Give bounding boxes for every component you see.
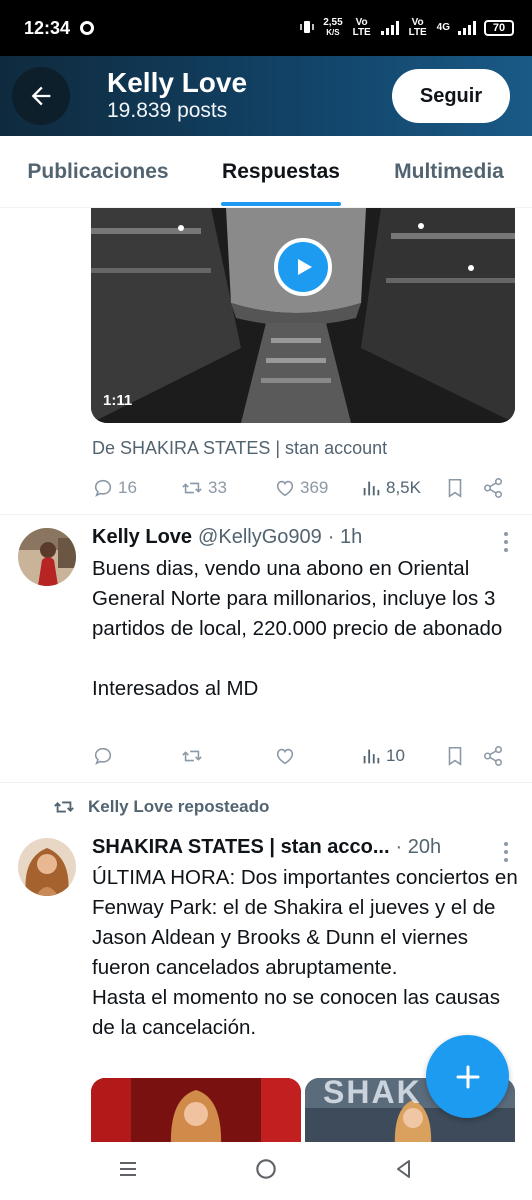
- bookmark-button[interactable]: [444, 477, 482, 499]
- recents-button[interactable]: [116, 1157, 140, 1186]
- menu-icon: [120, 1161, 137, 1176]
- video-player[interactable]: 1:11: [91, 208, 515, 423]
- net-type: 4G: [436, 22, 450, 33]
- status-bar: 12:34 2,55 K/S Vo LTE Vo LTE 4G 70: [0, 0, 532, 56]
- more-icon[interactable]: [504, 842, 510, 862]
- views-icon: [363, 481, 380, 496]
- repost-icon: [182, 482, 202, 494]
- repost-button[interactable]: 33: [180, 477, 274, 499]
- tweet-text: ÚLTIMA HORA: Dos importantes conciertos …: [92, 866, 518, 1039]
- page-title: Kelly Love: [107, 67, 248, 98]
- avatar-image: [18, 528, 76, 586]
- triangle-back-icon: [396, 1159, 410, 1178]
- system-nav-bar: [0, 1142, 532, 1200]
- reply-count: 16: [118, 478, 137, 497]
- profile-tabs: Publicaciones Respuestas Multimedia: [0, 136, 532, 208]
- reply-icon: [94, 747, 112, 765]
- plus-icon: [456, 1065, 479, 1088]
- tweet-header: SHAKIRA STATES | stan acco... · 20h: [92, 836, 502, 859]
- home-button[interactable]: [253, 1156, 279, 1187]
- like-button[interactable]: 369: [274, 477, 360, 499]
- video-source[interactable]: De SHAKIRA STATES | stan account: [92, 438, 387, 459]
- header-titles: Kelly Love 19.839 posts: [107, 68, 247, 124]
- views-icon: [363, 749, 380, 764]
- share-button[interactable]: [482, 745, 504, 767]
- share-button[interactable]: [482, 477, 504, 499]
- repost-icon: [182, 750, 202, 762]
- divider: [0, 782, 532, 783]
- media-overlay-text: SHAK: [323, 1078, 422, 1110]
- profile-header: Kelly Love 19.839 posts Seguir: [0, 56, 532, 136]
- heart-icon: [276, 480, 294, 497]
- avatar[interactable]: [18, 838, 76, 896]
- tab-multimedia[interactable]: Multimedia: [366, 136, 532, 208]
- home-circle-icon: [256, 1158, 276, 1179]
- tab-respuestas[interactable]: Respuestas: [196, 136, 366, 208]
- compose-button[interactable]: [426, 1035, 509, 1118]
- like-button[interactable]: [274, 745, 360, 767]
- avatar[interactable]: [18, 528, 76, 586]
- net-speed: 2,55 K/S: [323, 18, 342, 38]
- system-back-button[interactable]: [392, 1157, 416, 1186]
- reply-icon: [94, 479, 112, 497]
- repost-indicator: Kelly Love reposteado: [52, 796, 269, 818]
- repost-label[interactable]: Kelly Love reposteado: [88, 797, 269, 817]
- share-icon: [483, 746, 503, 766]
- share-icon: [483, 478, 503, 498]
- more-icon[interactable]: [504, 532, 510, 552]
- media-image-art: [91, 1078, 301, 1148]
- views-button[interactable]: 10: [360, 745, 444, 767]
- reply-button[interactable]: [92, 745, 180, 767]
- net-speed-unit: K/S: [326, 28, 340, 37]
- status-time: 12:34: [24, 17, 71, 38]
- avatar-image: [18, 838, 76, 896]
- repost-button[interactable]: [180, 745, 274, 767]
- play-button[interactable]: [274, 238, 332, 296]
- display-name[interactable]: SHAKIRA STATES | stan acco...: [92, 836, 390, 859]
- battery-icon: 70: [484, 20, 514, 36]
- play-icon: [298, 259, 312, 275]
- tweet-time: · 1h: [327, 526, 363, 548]
- like-count: 369: [300, 478, 329, 497]
- volte-label-2: Vo LTE: [408, 17, 427, 38]
- tweet-text: Buens dias, vendo una abono en Oriental …: [92, 557, 503, 700]
- repost-icon: [54, 801, 74, 813]
- signal-icon-2: [458, 21, 476, 35]
- tweet-actions: 10: [92, 742, 512, 770]
- tweet-header: Kelly Love @KellyGo909 · 1h: [92, 526, 502, 549]
- handle[interactable]: @KellyGo909: [198, 526, 322, 549]
- heart-icon: [276, 748, 294, 765]
- view-count: 8,5K: [386, 478, 421, 497]
- bookmark-button[interactable]: [444, 745, 482, 767]
- tweet-time: · 20h: [395, 836, 442, 858]
- reply-button[interactable]: 16: [92, 477, 180, 499]
- tweet-actions: 16 33 369 8,5K: [92, 474, 512, 502]
- net-speed-value: 2,55: [323, 17, 343, 28]
- bookmark-icon: [448, 746, 462, 766]
- display-name[interactable]: Kelly Love: [92, 526, 192, 549]
- video-duration: 1:11: [103, 392, 133, 409]
- volte-label-1: Vo LTE: [352, 17, 371, 38]
- back-arrow-icon: [31, 86, 51, 106]
- chrome-icon: [80, 21, 95, 35]
- views-button[interactable]: 8,5K: [360, 477, 444, 499]
- follow-button[interactable]: Seguir: [392, 69, 510, 123]
- view-count: 10: [386, 746, 405, 765]
- bookmark-icon: [448, 478, 462, 498]
- repost-count: 33: [208, 478, 227, 497]
- vibrate-icon: [299, 19, 315, 38]
- signal-icon-1: [380, 21, 399, 35]
- back-button[interactable]: [12, 67, 70, 125]
- post-count: 19.839 posts: [107, 99, 228, 122]
- tab-publicaciones[interactable]: Publicaciones: [0, 136, 196, 208]
- media-image[interactable]: [91, 1078, 301, 1148]
- divider: [0, 514, 532, 515]
